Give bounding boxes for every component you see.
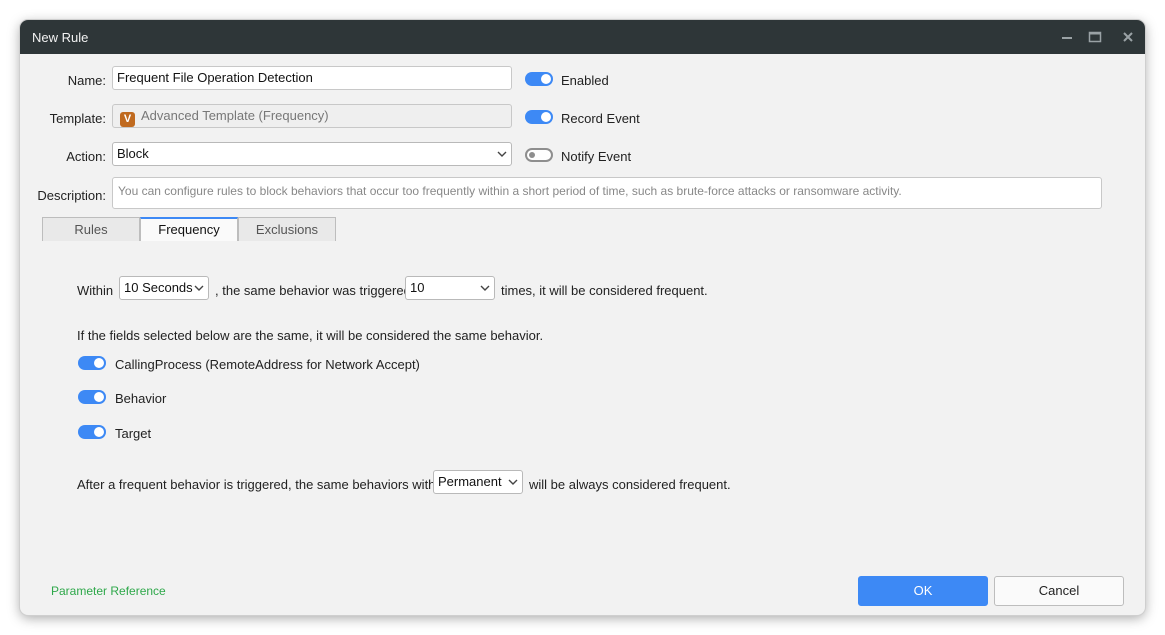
chevron-down-icon <box>508 479 518 485</box>
name-input[interactable]: Frequent File Operation Detection <box>112 66 512 90</box>
calling-process-toggle[interactable] <box>78 356 106 370</box>
template-field: V Advanced Template (Frequency) <box>112 104 512 128</box>
minimize-icon[interactable] <box>1059 29 1075 45</box>
template-logo-icon: V <box>120 112 135 127</box>
chevron-down-icon <box>480 285 490 291</box>
parameter-reference-link[interactable]: Parameter Reference <box>51 584 166 598</box>
record-event-label: Record Event <box>561 111 640 126</box>
times-select[interactable]: 10 <box>405 276 495 300</box>
description-input[interactable]: You can configure rules to block behavio… <box>112 177 1102 209</box>
template-value: Advanced Template (Frequency) <box>141 108 329 123</box>
notify-event-toggle[interactable] <box>525 148 553 162</box>
chevron-down-icon <box>497 151 507 157</box>
title-bar[interactable]: New Rule <box>20 20 1145 54</box>
new-rule-dialog: New Rule Name: Frequent File Operation D… <box>20 20 1145 615</box>
behavior-toggle[interactable] <box>78 390 106 404</box>
fields-intro: If the fields selected below are the sam… <box>77 328 544 343</box>
tab-rules[interactable]: Rules <box>42 217 140 241</box>
after-value: Permanent <box>438 474 502 489</box>
template-label: Template: <box>49 111 106 126</box>
times-value: 10 <box>410 280 425 295</box>
action-value: Block <box>117 146 149 161</box>
action-label: Action: <box>66 149 106 164</box>
after-suffix: will be always considered frequent. <box>529 477 731 492</box>
after-select[interactable]: Permanent <box>433 470 523 494</box>
enabled-toggle[interactable] <box>525 72 553 86</box>
chevron-down-icon <box>194 285 204 291</box>
action-select[interactable]: Block <box>112 142 512 166</box>
tab-frequency[interactable]: Frequency <box>140 217 238 241</box>
tab-exclusions[interactable]: Exclusions <box>238 217 336 241</box>
maximize-icon[interactable] <box>1087 29 1103 45</box>
within-value: 10 Seconds <box>124 280 193 295</box>
window-title: New Rule <box>32 30 89 45</box>
triggered-label: , the same behavior was triggered <box>215 283 411 298</box>
times-label: times, it will be considered frequent. <box>501 283 708 298</box>
notify-event-label: Notify Event <box>561 149 632 164</box>
behavior-label: Behavior <box>115 391 167 406</box>
within-label: Within <box>77 283 114 298</box>
description-label: Description: <box>37 188 106 203</box>
target-label: Target <box>115 426 152 441</box>
within-select[interactable]: 10 Seconds <box>119 276 209 300</box>
cancel-button[interactable]: Cancel <box>994 576 1124 606</box>
close-icon[interactable] <box>1120 29 1136 45</box>
enabled-label: Enabled <box>561 73 609 88</box>
target-toggle[interactable] <box>78 425 106 439</box>
record-event-toggle[interactable] <box>525 110 553 124</box>
name-label: Name: <box>67 73 106 88</box>
after-label: After a frequent behavior is triggered, … <box>77 477 446 492</box>
ok-button[interactable]: OK <box>858 576 988 606</box>
calling-process-label: CallingProcess (RemoteAddress for Networ… <box>115 357 420 372</box>
